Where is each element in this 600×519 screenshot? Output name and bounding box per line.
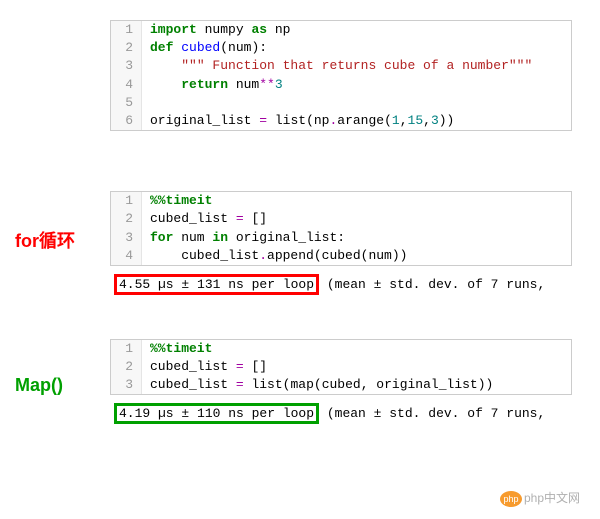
timing-rest: (mean ± std. dev. of 7 runs, [319,406,545,421]
code-line: 5 [111,94,571,112]
line-number: 1 [111,21,142,39]
line-number: 3 [111,57,142,75]
code-line: 1import numpy as np [111,21,571,39]
code-frame: 1%%timeit2cubed_list = []3for num in ori… [110,191,572,266]
code-line: 4 return num**3 [111,76,571,94]
timing-rest: (mean ± std. dev. of 7 runs, [319,277,545,292]
php-logo-icon: php [500,491,522,507]
code-line: 2cubed_list = [] [111,358,571,376]
timing-output: 4.55 µs ± 131 ns per loop (mean ± std. d… [110,268,590,299]
code-text: def cubed(num): [142,39,267,57]
code-text: cubed_list = [] [142,210,267,228]
line-number: 6 [111,112,142,130]
line-number: 1 [111,192,142,210]
code-line: 6original_list = list(np.arange(1,15,3)) [111,112,571,130]
label-for: for循环 [15,227,75,253]
code-block-top: 1import numpy as np2def cubed(num):3 """… [110,20,590,131]
code-line: 3 """ Function that returns cube of a nu… [111,57,571,75]
code-text: """ Function that returns cube of a numb… [142,57,532,75]
line-number: 2 [111,210,142,228]
code-text: return num**3 [142,76,283,94]
timing-highlight-green: 4.19 µs ± 110 ns per loop [114,403,319,424]
code-text: %%timeit [142,192,212,210]
code-text [142,94,158,112]
code-text: cubed_list.append(cubed(num)) [142,247,407,265]
code-frame: 1%%timeit2cubed_list = []3cubed_list = l… [110,339,572,396]
line-number: 4 [111,247,142,265]
line-number: 3 [111,229,142,247]
code-line: 1%%timeit [111,192,571,210]
code-line: 2def cubed(num): [111,39,571,57]
code-block-for: for循环 1%%timeit2cubed_list = []3for num … [110,191,590,299]
code-text: cubed_list = list(map(cubed, original_li… [142,376,493,394]
code-line: 4 cubed_list.append(cubed(num)) [111,247,571,265]
line-number: 5 [111,94,142,112]
line-number: 1 [111,340,142,358]
code-text: original_list = list(np.arange(1,15,3)) [142,112,454,130]
timing-highlight-red: 4.55 µs ± 131 ns per loop [114,274,319,295]
code-line: 3cubed_list = list(map(cubed, original_l… [111,376,571,394]
code-block-map: Map() 1%%timeit2cubed_list = []3cubed_li… [110,339,590,429]
label-map: Map() [15,375,63,396]
code-text: cubed_list = [] [142,358,267,376]
line-number: 4 [111,76,142,94]
code-frame: 1import numpy as np2def cubed(num):3 """… [110,20,572,131]
code-text: import numpy as np [142,21,290,39]
watermark-text: php中文网 [524,491,580,505]
line-number: 3 [111,376,142,394]
code-text: %%timeit [142,340,212,358]
code-line: 1%%timeit [111,340,571,358]
watermark: phpphp中文网 [500,489,580,507]
code-line: 3for num in original_list: [111,229,571,247]
timing-output: 4.19 µs ± 110 ns per loop (mean ± std. d… [110,397,590,428]
code-text: for num in original_list: [142,229,345,247]
line-number: 2 [111,39,142,57]
code-line: 2cubed_list = [] [111,210,571,228]
line-number: 2 [111,358,142,376]
